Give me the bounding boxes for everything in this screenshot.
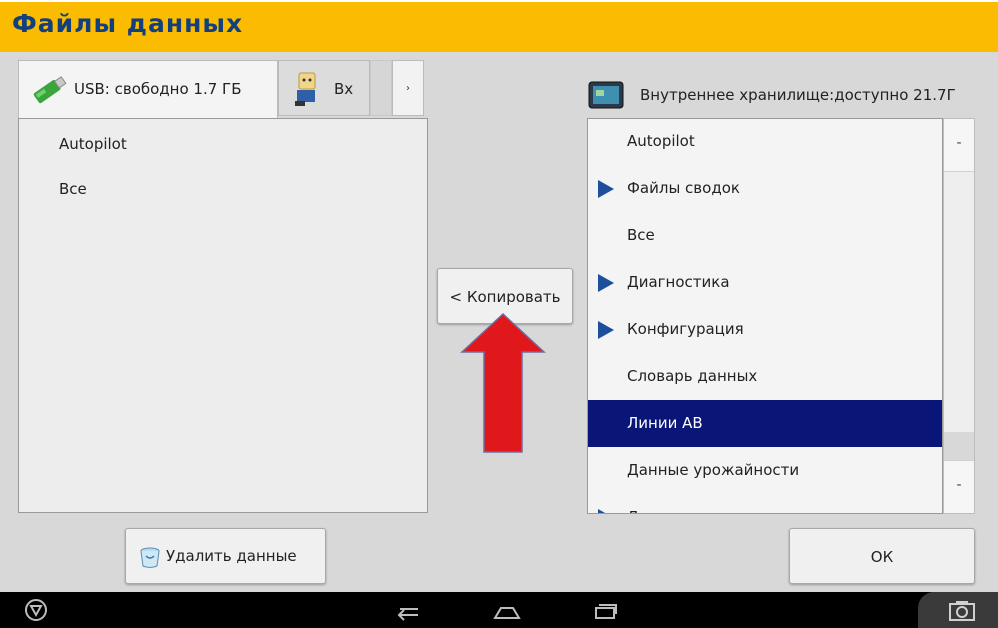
expand-triangle-icon[interactable] bbox=[598, 274, 614, 292]
expand-triangle-icon[interactable] bbox=[598, 180, 614, 198]
scroll-up-button[interactable]: - bbox=[944, 119, 974, 172]
back-icon[interactable] bbox=[394, 598, 424, 622]
internal-storage-header: Внутреннее хранилище:доступно 21.7Г bbox=[588, 80, 998, 112]
tab-inbox-label: Вх bbox=[334, 80, 354, 98]
list-item-label: Файлы сводок bbox=[627, 179, 740, 197]
home-icon[interactable] bbox=[492, 598, 522, 622]
internal-storage-label: Внутреннее хранилище:доступно 21.7Г bbox=[640, 86, 956, 104]
ok-button[interactable]: ОК bbox=[789, 528, 975, 584]
list-item-label: Диагностика bbox=[627, 273, 730, 291]
list-item[interactable]: Autopilot bbox=[59, 135, 127, 153]
list-item-label: Конфигурация bbox=[627, 320, 744, 338]
page-title: Файлы данных bbox=[12, 9, 244, 38]
red-up-arrow-annotation bbox=[460, 312, 546, 453]
recents-icon[interactable] bbox=[590, 598, 620, 622]
tab-usb[interactable]: USB: свободно 1.7 ГБ bbox=[18, 60, 278, 118]
tab-inbox[interactable]: Вх bbox=[278, 60, 370, 116]
list-item-label: Словарь данных bbox=[627, 367, 758, 385]
list-item-label: Данные поля bbox=[627, 508, 731, 513]
file-list-scrollbar[interactable]: - - bbox=[943, 118, 975, 514]
delete-data-button[interactable]: Удалить данные bbox=[125, 528, 326, 584]
list-item[interactable]: Данные урожайности bbox=[588, 447, 942, 494]
system-nav-bar bbox=[0, 592, 998, 628]
tablet-icon bbox=[588, 81, 624, 109]
tabs-scroll-right-button[interactable]: › bbox=[392, 60, 424, 116]
list-item[interactable]: Autopilot bbox=[588, 119, 942, 165]
person-device-icon bbox=[295, 72, 316, 106]
list-item[interactable]: Данные поля bbox=[588, 494, 942, 513]
triangle-logo-icon[interactable] bbox=[24, 598, 48, 622]
list-item-label: Все bbox=[627, 226, 655, 244]
trash-bin-icon bbox=[140, 547, 160, 568]
delete-data-label: Удалить данные bbox=[166, 547, 297, 565]
tab-usb-label: USB: свободно 1.7 ГБ bbox=[74, 80, 242, 98]
expand-triangle-icon[interactable] bbox=[598, 321, 614, 339]
list-item[interactable]: Все bbox=[59, 180, 87, 198]
title-bar: Файлы данных bbox=[0, 0, 998, 52]
internal-file-list[interactable]: Autopilot Файлы сводок Все Диагностика Конфи… bbox=[587, 118, 943, 514]
scroll-down-button[interactable]: - bbox=[944, 460, 974, 513]
camera-icon bbox=[949, 601, 975, 621]
usb-file-list[interactable]: Autopilot Все bbox=[18, 118, 428, 513]
list-item[interactable]: Диагностика bbox=[588, 259, 942, 306]
list-item[interactable]: Все bbox=[588, 212, 942, 259]
list-item[interactable]: Словарь данных bbox=[588, 353, 942, 400]
list-item-label: Данные урожайности bbox=[627, 461, 800, 479]
tab-overflow bbox=[370, 60, 392, 116]
list-item[interactable]: Конфигурация bbox=[588, 306, 942, 353]
expand-triangle-icon[interactable] bbox=[598, 509, 614, 513]
usb-drive-icon bbox=[33, 76, 67, 104]
list-item-label: Линии АВ bbox=[627, 414, 703, 432]
list-item[interactable]: Линии АВ bbox=[588, 400, 942, 447]
screenshot-button[interactable] bbox=[918, 592, 998, 628]
storage-tabs: USB: свободно 1.7 ГБ Вх › bbox=[18, 60, 426, 118]
list-item-label: Autopilot bbox=[627, 132, 695, 150]
scroll-thumb[interactable] bbox=[944, 432, 974, 462]
list-item[interactable]: Файлы сводок bbox=[588, 165, 942, 212]
